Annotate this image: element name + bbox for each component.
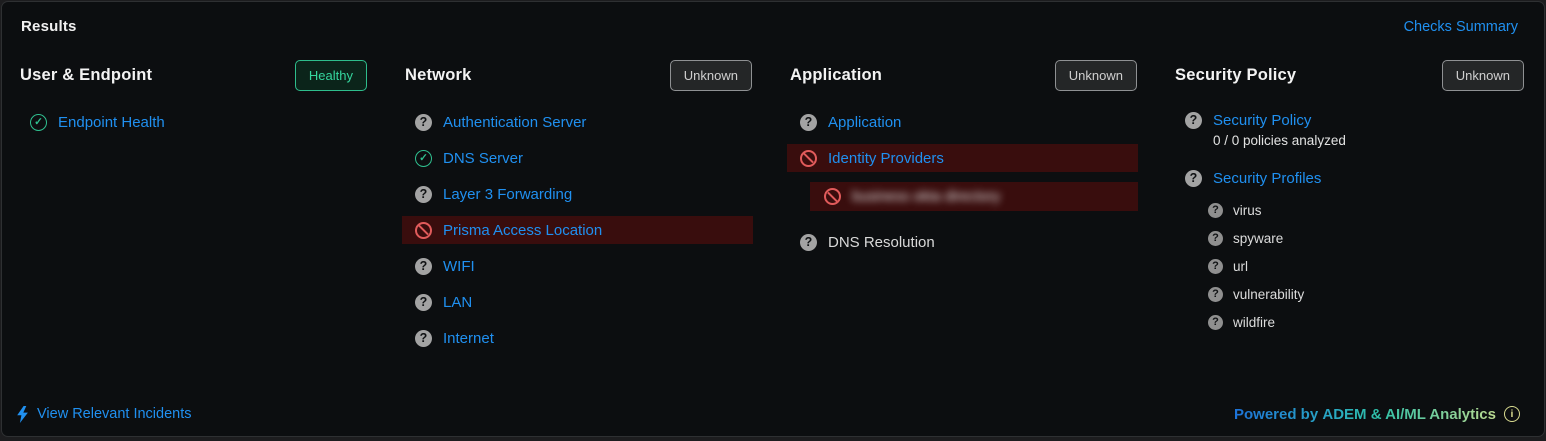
check-item-identity-provider-redacted[interactable]: business okta directory: [810, 182, 1138, 211]
columns-container: User & Endpoint Healthy Endpoint Health …: [2, 56, 1544, 356]
blocked-icon: [824, 188, 841, 205]
status-badge: Unknown: [1442, 60, 1524, 91]
policies-analyzed-note: 0 / 0 policies analyzed: [1157, 130, 1544, 150]
status-badge: Unknown: [670, 60, 752, 91]
question-icon: [800, 234, 817, 251]
checks-summary-link[interactable]: Checks Summary: [1404, 19, 1518, 35]
question-icon: [415, 294, 432, 311]
check-link[interactable]: Application: [828, 114, 901, 131]
question-icon: [415, 330, 432, 347]
check-label: DNS Resolution: [828, 234, 935, 251]
profile-label: wildfire: [1233, 315, 1275, 330]
question-icon: [1208, 203, 1223, 218]
check-item-dns-resolution[interactable]: DNS Resolution: [772, 224, 1157, 260]
powered-by-brand: ADEM & AI/ML Analytics: [1322, 406, 1496, 423]
check-item-security-profiles[interactable]: Security Profiles: [1157, 162, 1544, 194]
question-icon: [1185, 170, 1202, 187]
column-user-endpoint: User & Endpoint Healthy Endpoint Health: [2, 56, 387, 356]
column-items: Endpoint Health: [2, 104, 387, 140]
powered-by: Powered by ADEM & AI/ML Analytics: [1234, 406, 1520, 423]
profile-item-url: url: [1157, 252, 1544, 280]
column-header: Security Policy Unknown: [1157, 56, 1544, 94]
question-icon: [1208, 315, 1223, 330]
profile-item-virus: virus: [1157, 196, 1544, 224]
check-link[interactable]: Security Policy: [1213, 112, 1311, 129]
view-relevant-incidents-button[interactable]: View Relevant Incidents: [16, 406, 192, 423]
check-link[interactable]: Authentication Server: [443, 114, 586, 131]
profile-item-spyware: spyware: [1157, 224, 1544, 252]
check-link[interactable]: Internet: [443, 330, 494, 347]
column-application: Application Unknown Application Identity…: [772, 56, 1157, 356]
profile-label: vulnerability: [1233, 287, 1304, 302]
check-item-layer-3-forwarding[interactable]: Layer 3 Forwarding: [387, 176, 772, 212]
profile-item-wildfire: wildfire: [1157, 308, 1544, 336]
column-items: Authentication Server DNS Server Layer 3…: [387, 104, 772, 356]
question-icon: [1208, 259, 1223, 274]
security-profiles-list: virus spyware url vulnerability: [1157, 196, 1544, 336]
check-item-application[interactable]: Application: [772, 104, 1157, 140]
check-link[interactable]: LAN: [443, 294, 472, 311]
check-link[interactable]: Identity Providers: [828, 150, 944, 167]
question-icon: [415, 186, 432, 203]
check-link[interactable]: Endpoint Health: [58, 114, 165, 131]
check-link[interactable]: Prisma Access Location: [443, 222, 602, 239]
blocked-icon: [415, 222, 432, 239]
check-item-lan[interactable]: LAN: [387, 284, 772, 320]
column-security-policy: Security Policy Unknown Security Policy …: [1157, 56, 1544, 356]
column-title: Application: [790, 66, 882, 85]
profile-item-vulnerability: vulnerability: [1157, 280, 1544, 308]
profile-label: spyware: [1233, 231, 1283, 246]
info-icon[interactable]: [1504, 406, 1520, 422]
check-item-internet[interactable]: Internet: [387, 320, 772, 356]
results-panel: Results Checks Summary User & Endpoint H…: [1, 1, 1545, 437]
status-badge: Healthy: [295, 60, 367, 91]
status-badge: Unknown: [1055, 60, 1137, 91]
blocked-icon: [800, 150, 817, 167]
check-link[interactable]: Security Profiles: [1213, 170, 1321, 187]
profile-label: url: [1233, 259, 1248, 274]
check-item-wifi[interactable]: WIFI: [387, 248, 772, 284]
column-title: Security Policy: [1175, 66, 1296, 85]
check-circle-icon: [415, 150, 432, 167]
panel-footer: View Relevant Incidents Powered by ADEM …: [2, 392, 1544, 436]
question-icon: [800, 114, 817, 131]
page-title: Results: [21, 18, 77, 35]
column-header: Network Unknown: [387, 56, 772, 94]
check-link[interactable]: DNS Server: [443, 150, 523, 167]
spacer: [1157, 150, 1544, 162]
column-header: Application Unknown: [772, 56, 1157, 94]
redacted-label: business okta directory: [852, 189, 1000, 205]
column-items: Security Policy 0 / 0 policies analyzed …: [1157, 104, 1544, 336]
check-link[interactable]: Layer 3 Forwarding: [443, 186, 572, 203]
powered-by-prefix: Powered by: [1234, 406, 1318, 423]
question-icon: [1185, 112, 1202, 129]
question-icon: [415, 114, 432, 131]
check-item-prisma-access-location[interactable]: Prisma Access Location: [402, 216, 753, 244]
column-title: User & Endpoint: [20, 66, 152, 85]
check-link[interactable]: WIFI: [443, 258, 475, 275]
check-item-dns-server[interactable]: DNS Server: [387, 140, 772, 176]
view-relevant-incidents-link[interactable]: View Relevant Incidents: [37, 406, 192, 422]
check-circle-icon: [30, 114, 47, 131]
question-icon: [1208, 231, 1223, 246]
profile-label: virus: [1233, 203, 1262, 218]
question-icon: [1208, 287, 1223, 302]
powered-by-text: Powered by ADEM & AI/ML Analytics: [1234, 406, 1496, 423]
column-title: Network: [405, 66, 472, 85]
check-item-identity-providers[interactable]: Identity Providers: [787, 144, 1138, 172]
question-icon: [415, 258, 432, 275]
check-item-endpoint-health[interactable]: Endpoint Health: [2, 104, 387, 140]
column-network: Network Unknown Authentication Server DN…: [387, 56, 772, 356]
panel-header: Results Checks Summary: [2, 2, 1544, 35]
column-header: User & Endpoint Healthy: [2, 56, 387, 94]
column-items: Application Identity Providers business …: [772, 104, 1157, 260]
check-item-authentication-server[interactable]: Authentication Server: [387, 104, 772, 140]
lightning-bolt-icon: [16, 406, 29, 423]
